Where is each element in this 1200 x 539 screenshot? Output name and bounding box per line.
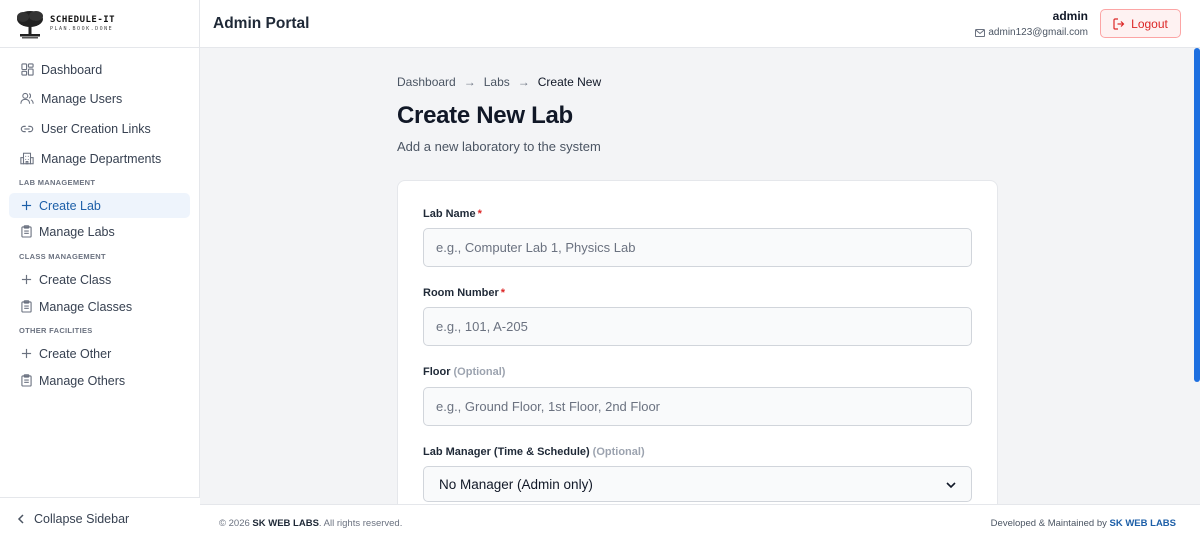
plus-icon	[19, 347, 33, 361]
sidebar-item-manage-departments[interactable]: Manage Departments	[9, 146, 190, 171]
page-scrollbar[interactable]	[1194, 48, 1200, 382]
breadcrumb-labs[interactable]: Labs	[484, 75, 510, 89]
user-email-text: admin123@gmail.com	[988, 27, 1088, 38]
main-content: Dashboard → Labs → Create New Create New…	[200, 49, 1194, 504]
sidebar: SCHEDULE-IT PLAN.BOOK.DONE Dashboard Man…	[0, 0, 200, 539]
sidebar-item-label: Manage Labs	[39, 224, 115, 239]
plus-icon	[19, 199, 33, 213]
sidebar-item-label: Create Lab	[39, 198, 101, 213]
link-icon	[20, 122, 34, 136]
user-email: admin123@gmail.com	[975, 27, 1088, 38]
clipboard-icon	[19, 374, 33, 388]
brand-name: SCHEDULE-IT	[50, 15, 116, 25]
room-number-label-text: Room Number	[423, 287, 499, 299]
page-footer: © 2026 SK WEB LABS. All rights reserved.…	[200, 504, 1200, 539]
lab-name-label: Lab Name *	[423, 208, 482, 220]
sidebar-item-label: User Creation Links	[41, 121, 151, 136]
optional-marker: (Optional)	[592, 446, 645, 458]
lab-name-label-text: Lab Name	[423, 208, 476, 220]
sidebar-item-user-creation-links[interactable]: User Creation Links	[9, 116, 190, 141]
copyright-rights: . All rights reserved.	[318, 518, 403, 529]
sidebar-item-dashboard[interactable]: Dashboard	[9, 57, 190, 82]
copyright-text: © 2026 SK WEB LABS. All rights reserved.	[219, 518, 402, 529]
required-marker: *	[500, 287, 506, 299]
sidebar-item-label: Create Class	[39, 272, 112, 287]
sidebar-item-manage-classes[interactable]: Manage Classes	[9, 294, 190, 319]
sidebar-item-label: Manage Classes	[39, 299, 133, 314]
collapse-sidebar-button[interactable]: Collapse Sidebar	[0, 497, 200, 539]
top-header: Admin Portal admin admin123@gmail.com Lo…	[200, 0, 1200, 48]
mail-icon	[975, 28, 986, 37]
required-marker: *	[477, 208, 482, 220]
logout-label: Logout	[1131, 16, 1168, 31]
logout-button[interactable]: Logout	[1100, 9, 1181, 38]
clipboard-icon	[19, 225, 33, 239]
clipboard-icon	[19, 300, 33, 314]
sidebar-item-label: Create Other	[39, 346, 112, 361]
chevron-down-icon	[946, 477, 956, 492]
section-class-management: CLASS MANAGEMENT	[19, 252, 106, 261]
plus-icon	[19, 273, 33, 287]
developed-by-text: Developed & Maintained by	[990, 518, 1107, 529]
chevron-left-icon	[17, 513, 25, 524]
create-lab-form: Lab Name* Room Number* Floor(Optional) L…	[397, 180, 998, 504]
breadcrumb-separator: →	[517, 75, 530, 89]
sidebar-item-manage-users[interactable]: Manage Users	[9, 86, 190, 111]
page-header-title: Admin Portal	[213, 15, 310, 32]
brand-logo[interactable]: SCHEDULE-IT PLAN.BOOK.DONE	[0, 0, 199, 48]
tree-logo-icon	[17, 10, 43, 38]
collapse-sidebar-label: Collapse Sidebar	[34, 511, 130, 526]
user-name: admin	[1052, 9, 1088, 23]
logout-icon	[1113, 17, 1125, 30]
sidebar-item-create-lab[interactable]: Create Lab	[9, 193, 190, 218]
page-subtitle: Add a new laboratory to the system	[397, 139, 601, 154]
developer-link[interactable]: SK WEB LABS	[1110, 518, 1177, 529]
sidebar-item-label: Dashboard	[41, 62, 103, 77]
lab-manager-select[interactable]: No Manager (Admin only)	[423, 466, 972, 502]
sidebar-item-manage-labs[interactable]: Manage Labs	[9, 219, 190, 244]
room-number-input[interactable]	[423, 307, 972, 346]
optional-marker: (Optional)	[453, 366, 506, 378]
lab-manager-label-text: Lab Manager (Time & Schedule)	[423, 446, 590, 458]
developer-credit: Developed & Maintained by SK WEB LABS	[991, 518, 1176, 529]
building-icon	[20, 152, 34, 166]
lab-manager-selected: No Manager (Admin only)	[439, 476, 593, 492]
breadcrumb-separator: →	[463, 75, 476, 89]
breadcrumb-dashboard[interactable]: Dashboard	[397, 75, 456, 89]
breadcrumb: Dashboard → Labs → Create New	[397, 75, 601, 89]
sidebar-item-label: Manage Others	[39, 373, 126, 388]
breadcrumb-current: Create New	[537, 75, 602, 89]
section-other-facilities: OTHER FACILITIES	[19, 326, 93, 335]
copyright-prefix: © 2026	[219, 518, 250, 529]
floor-input[interactable]	[423, 387, 972, 426]
section-lab-management: LAB MANAGEMENT	[19, 178, 96, 187]
sidebar-item-label: Manage Users	[41, 91, 123, 106]
lab-name-input[interactable]	[423, 228, 972, 267]
copyright-company: SK WEB LABS	[252, 518, 319, 529]
users-icon	[20, 92, 34, 106]
sidebar-item-label: Manage Departments	[41, 151, 162, 166]
brand-tagline: PLAN.BOOK.DONE	[50, 26, 114, 32]
sidebar-item-create-class[interactable]: Create Class	[9, 267, 190, 292]
dashboard-icon	[20, 63, 34, 77]
sidebar-item-create-other[interactable]: Create Other	[9, 341, 190, 366]
room-number-label: Room Number *	[423, 287, 505, 299]
floor-label-text: Floor	[423, 366, 451, 378]
floor-label: Floor (Optional)	[423, 366, 505, 378]
page-title: Create New Lab	[397, 102, 573, 129]
lab-manager-label: Lab Manager (Time & Schedule) (Optional)	[423, 446, 645, 458]
sidebar-item-manage-others[interactable]: Manage Others	[9, 368, 190, 393]
